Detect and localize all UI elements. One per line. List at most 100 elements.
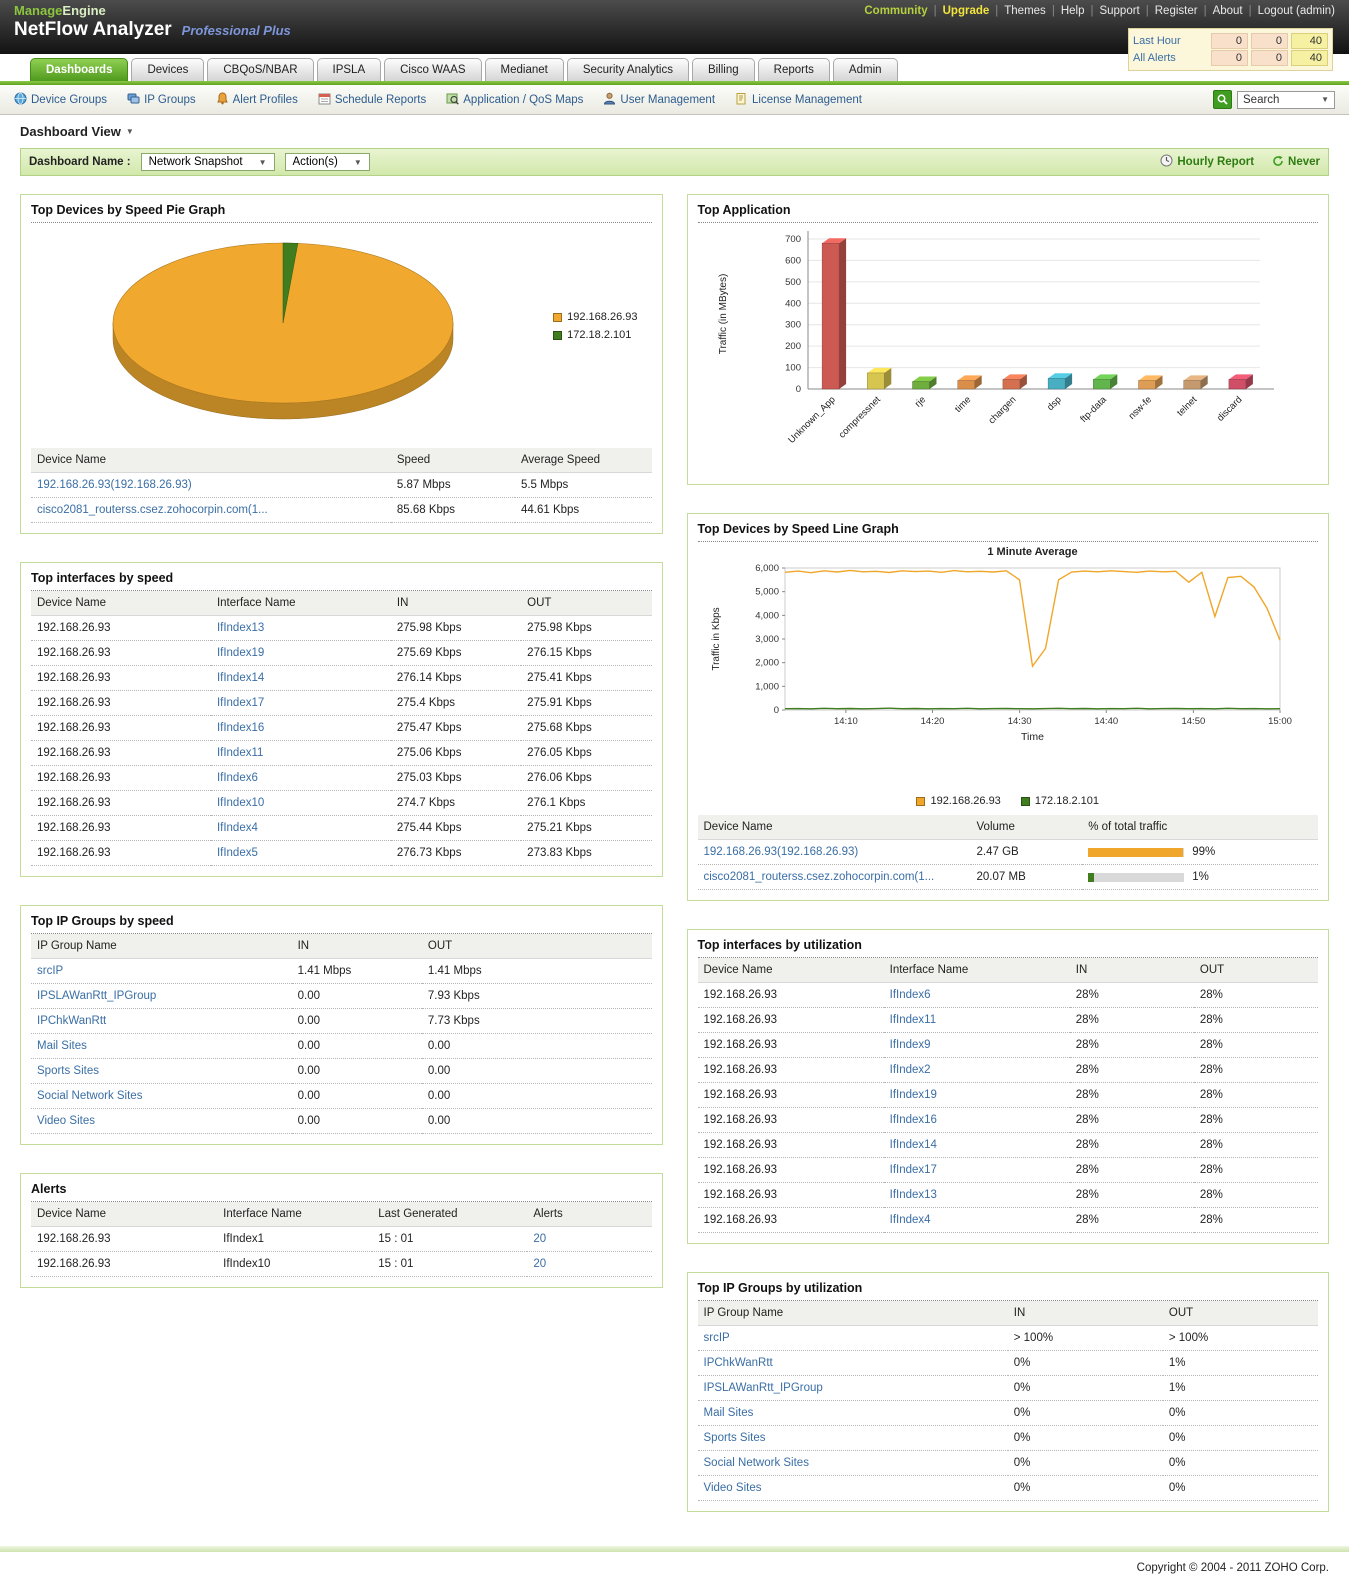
table-link[interactable]: Sports Sites (37, 1065, 99, 1077)
table-link[interactable]: Social Network Sites (704, 1457, 809, 1469)
table-link[interactable]: IfIndex6 (217, 772, 258, 784)
table-link[interactable]: IfIndex4 (890, 1214, 931, 1226)
last-hour-warning-count[interactable]: 40 (1291, 33, 1328, 49)
table-link[interactable]: IfIndex5 (217, 847, 258, 859)
table-link[interactable]: 192.168.26.93(192.168.26.93) (37, 479, 192, 491)
tab-ipsla[interactable]: IPSLA (317, 58, 382, 81)
tab-security-analytics[interactable]: Security Analytics (567, 58, 689, 81)
table-link[interactable]: IfIndex16 (217, 722, 264, 734)
table-link[interactable]: IfIndex17 (890, 1164, 937, 1176)
table-link[interactable]: IfIndex6 (890, 989, 931, 1001)
header-link-upgrade[interactable]: Upgrade (943, 5, 990, 17)
table-link[interactable]: IfIndex13 (890, 1189, 937, 1201)
hourly-report-link[interactable]: Hourly Report (1160, 154, 1254, 170)
table-link[interactable]: IfIndex14 (890, 1139, 937, 1151)
table-link[interactable]: cisco2081_routerss.csez.zohocorpin.com(1… (704, 871, 935, 883)
table-link[interactable]: IfIndex11 (890, 1014, 936, 1026)
table-link[interactable]: Mail Sites (704, 1407, 754, 1419)
table-link[interactable]: 20 (533, 1233, 546, 1245)
table-header-row: IP Group NameINOUT (698, 1301, 1319, 1326)
table-link[interactable]: IfIndex19 (890, 1089, 937, 1101)
table-row: 192.168.26.93IfIndex6275.03 Kbps276.06 K… (31, 766, 652, 791)
search-area: Search▼ (1213, 90, 1335, 109)
subnav-application-qos-maps[interactable]: Application / QoS Maps (446, 92, 583, 108)
tab-cbqos-nbar[interactable]: CBQoS/NBAR (207, 58, 313, 81)
tab-reports[interactable]: Reports (758, 58, 830, 81)
table-link[interactable]: IfIndex16 (890, 1114, 937, 1126)
alert-summary-box: Last Hour 0 0 40 All Alerts 0 0 40 (1128, 28, 1333, 71)
table-link[interactable]: IfIndex17 (217, 697, 264, 709)
last-hour-major-count[interactable]: 0 (1251, 33, 1288, 49)
header-link-about[interactable]: About (1213, 5, 1243, 17)
table-row: 192.168.26.93IfIndex16275.47 Kbps275.68 … (31, 716, 652, 741)
table-link[interactable]: srcIP (704, 1332, 730, 1344)
refresh-interval-label: Never (1288, 156, 1320, 168)
table-link[interactable]: srcIP (37, 965, 63, 977)
table-link[interactable]: IfIndex9 (890, 1039, 931, 1051)
panel-title: Top IP Groups by speed (31, 914, 652, 934)
table-link[interactable]: IfIndex19 (217, 647, 264, 659)
chevron-down-icon[interactable]: ▼ (126, 127, 134, 136)
search-select[interactable]: Search▼ (1237, 91, 1335, 109)
subnav-ip-groups[interactable]: IP Groups (127, 92, 196, 108)
subnav-schedule-reports[interactable]: Schedule Reports (318, 92, 426, 108)
table-link[interactable]: Social Network Sites (37, 1090, 142, 1102)
table-link[interactable]: IPChkWanRtt (704, 1357, 773, 1369)
header-link-help[interactable]: Help (1061, 5, 1085, 17)
dashboard-name-select[interactable]: Network Snapshot▼ (141, 153, 275, 171)
panel-alerts: Alerts Device NameInterface NameLast Gen… (20, 1173, 663, 1288)
search-button[interactable] (1213, 90, 1232, 109)
tab-medianet[interactable]: Medianet (485, 58, 564, 81)
header-link-support[interactable]: Support (1099, 5, 1139, 17)
table-link[interactable]: Video Sites (37, 1115, 95, 1127)
table-link[interactable]: IPChkWanRtt (37, 1015, 106, 1027)
legend-item: 192.168.26.93 (916, 795, 1000, 807)
all-alerts-label[interactable]: All Alerts (1133, 52, 1208, 64)
table-link[interactable]: IfIndex13 (217, 622, 264, 634)
last-hour-label[interactable]: Last Hour (1133, 35, 1208, 47)
last-hour-critical-count[interactable]: 0 (1211, 33, 1248, 49)
schedule-reports-icon (318, 92, 331, 108)
header-link-register[interactable]: Register (1155, 5, 1198, 17)
table-link[interactable]: IfIndex10 (217, 797, 264, 809)
table-link[interactable]: cisco2081_routerss.csez.zohocorpin.com(1… (37, 504, 268, 516)
table-link[interactable]: IfIndex4 (217, 822, 258, 834)
product-edition: Professional Plus (182, 23, 291, 38)
license-management-icon (735, 92, 748, 108)
tab-devices[interactable]: Devices (131, 58, 204, 81)
refresh-interval-link[interactable]: Never (1272, 155, 1320, 170)
table-link[interactable]: Mail Sites (37, 1040, 87, 1052)
subnav-license-management[interactable]: License Management (735, 92, 862, 108)
table-link[interactable]: Sports Sites (704, 1432, 766, 1444)
tab-dashboards[interactable]: Dashboards (30, 58, 128, 81)
all-alerts-major-count[interactable]: 0 (1251, 50, 1288, 66)
header-link-community[interactable]: Community (864, 5, 927, 17)
table-link[interactable]: 192.168.26.93(192.168.26.93) (704, 846, 859, 858)
subnav-alert-profiles[interactable]: Alert Profiles (216, 92, 298, 108)
panel-top-application: Top Application 0100200300400500600700Un… (687, 194, 1330, 485)
table-link[interactable]: IPSLAWanRtt_IPGroup (704, 1382, 823, 1394)
panel-top-interfaces-speed: Top interfaces by speed Device NameInter… (20, 562, 663, 877)
column-header: IN (292, 934, 422, 959)
table-link[interactable]: IfIndex11 (217, 747, 263, 759)
tab-cisco-waas[interactable]: Cisco WAAS (384, 58, 481, 81)
subnav-device-groups[interactable]: Device Groups (14, 92, 107, 108)
top-interfaces-speed-table: Device NameInterface NameINOUT192.168.26… (31, 591, 652, 866)
table-link[interactable]: 20 (533, 1258, 546, 1270)
page-title: Dashboard View (20, 124, 121, 139)
tab-billing[interactable]: Billing (692, 58, 755, 81)
tab-admin[interactable]: Admin (833, 58, 898, 81)
header-link-logout-admin-[interactable]: Logout (admin) (1258, 5, 1335, 17)
all-alerts-warning-count[interactable]: 40 (1291, 50, 1328, 66)
top-header-bar: ManageEngine Community|Upgrade|Themes|He… (0, 0, 1349, 54)
all-alerts-critical-count[interactable]: 0 (1211, 50, 1248, 66)
subnav-user-management[interactable]: User Management (603, 92, 715, 108)
table-link[interactable]: Video Sites (704, 1482, 762, 1494)
table-link[interactable]: IPSLAWanRtt_IPGroup (37, 990, 156, 1002)
svg-text:5,000: 5,000 (755, 587, 779, 598)
actions-button[interactable]: Action(s)▼ (285, 153, 370, 171)
table-link[interactable]: IfIndex2 (890, 1064, 931, 1076)
header-link-themes[interactable]: Themes (1004, 5, 1046, 17)
table-link[interactable]: IfIndex14 (217, 672, 264, 684)
svg-text:100: 100 (785, 363, 801, 374)
